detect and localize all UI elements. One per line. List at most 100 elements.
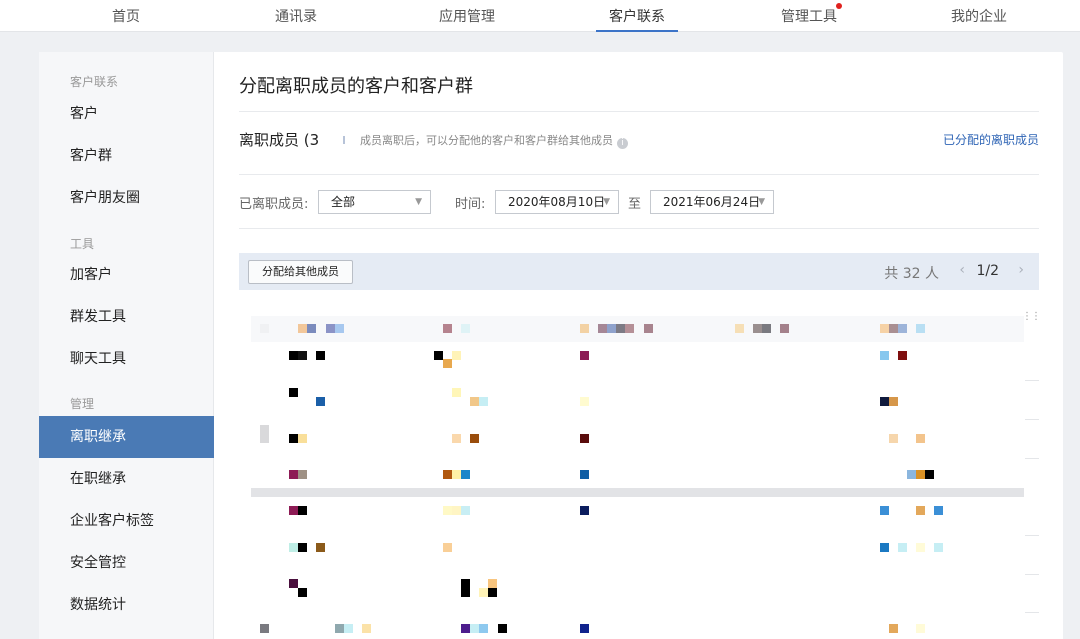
caret-down-icon: ▼ xyxy=(603,197,610,207)
pixel-block xyxy=(335,324,344,333)
info-circle-icon[interactable]: i xyxy=(617,138,628,149)
caret-down-icon: ▼ xyxy=(415,197,422,207)
sidebar-item-resigned-inheritance[interactable]: 离职继承 xyxy=(39,416,214,458)
pixel-block xyxy=(443,543,452,552)
top-nav: 首页 通讯录 应用管理 客户联系 管理工具 我的企业 xyxy=(0,0,1080,32)
pixel-block xyxy=(479,397,488,406)
sidebar-item-customer-tags[interactable]: 企业客户标签 xyxy=(39,500,214,542)
caret-down-icon: ▼ xyxy=(758,197,765,207)
pixel-block xyxy=(362,624,371,633)
row-divider xyxy=(1025,380,1039,381)
pixel-block xyxy=(289,470,298,479)
pixel-block xyxy=(470,624,479,633)
tab-app-management[interactable]: 应用管理 xyxy=(439,6,495,32)
pixel-block xyxy=(326,324,335,333)
pixel-block xyxy=(479,624,488,633)
pixel-block xyxy=(916,543,925,552)
obscured-member-table: ⋮⋮ xyxy=(251,304,1041,639)
member-filter-label: 已离职成员: xyxy=(239,197,309,212)
pixel-block xyxy=(289,351,298,360)
divider xyxy=(239,228,1039,229)
pixel-block xyxy=(470,397,479,406)
pixel-block xyxy=(434,351,443,360)
row-divider xyxy=(1025,419,1039,420)
pixel-block xyxy=(625,324,634,333)
pixel-block xyxy=(461,624,470,633)
pixel-block xyxy=(916,470,925,479)
row-separator xyxy=(251,488,1024,497)
sidebar-item-add-customer[interactable]: 加客户 xyxy=(39,254,214,296)
pixel-block xyxy=(880,324,889,333)
row-divider xyxy=(1025,574,1039,575)
sidebar-item-mass-send[interactable]: 群发工具 xyxy=(39,296,214,338)
pixel-block xyxy=(289,506,298,515)
sidebar-item-statistics[interactable]: 数据统计 xyxy=(39,584,214,626)
pixel-block xyxy=(260,425,269,443)
pixel-block xyxy=(616,324,625,333)
main-card: 客户联系 客户 客户群 客户朋友圈 工具 加客户 群发工具 聊天工具 管理 离职… xyxy=(39,52,1063,639)
tab-my-enterprise[interactable]: 我的企业 xyxy=(951,6,1007,32)
pixel-block xyxy=(452,506,461,515)
sidebar-item-chat-tools[interactable]: 聊天工具 xyxy=(39,338,214,380)
pixel-block xyxy=(753,324,762,333)
pixel-block xyxy=(898,324,907,333)
resigned-members-label: 离职成员 (3 xyxy=(239,131,320,149)
chevron-left-icon[interactable]: ‹ xyxy=(959,262,965,278)
assign-to-others-button[interactable]: 分配给其他成员 xyxy=(248,260,353,284)
pixel-block xyxy=(762,324,771,333)
pixel-block xyxy=(880,543,889,552)
pixel-block xyxy=(443,470,452,479)
date-from-select[interactable]: 2020年08月10日 ▼ xyxy=(495,190,619,214)
date-to-select[interactable]: 2021年06月24日 ▼ xyxy=(650,190,774,214)
pixel-block xyxy=(470,434,479,443)
pixel-block xyxy=(780,324,789,333)
pixel-block xyxy=(880,506,889,515)
sidebar-item-active-inheritance[interactable]: 在职继承 xyxy=(39,458,214,500)
chevron-right-icon[interactable]: › xyxy=(1018,262,1024,278)
drag-handle-icon[interactable]: ⋮⋮ xyxy=(1022,311,1041,322)
pixel-block xyxy=(298,543,307,552)
pixel-block xyxy=(916,434,925,443)
table-header-row xyxy=(251,316,1024,342)
pixel-block xyxy=(443,506,452,515)
member-select-value: 全部 xyxy=(331,195,356,209)
tab-management-tools[interactable]: 管理工具 xyxy=(781,6,837,32)
pixel-block xyxy=(289,388,298,397)
pixel-block xyxy=(316,397,325,406)
content-panel: 分配离职成员的客户和客户群 离职成员 (3 成员离职后，可以分配他的客户和客户群… xyxy=(239,52,1041,639)
pixel-block xyxy=(316,543,325,552)
hint-text: 成员离职后，可以分配他的客户和客户群给其他成员 i xyxy=(360,132,628,149)
pixel-block xyxy=(925,470,934,479)
assigned-members-link[interactable]: 已分配的离职成员 xyxy=(943,131,1039,148)
pixel-block xyxy=(452,434,461,443)
sidebar-item-customers[interactable]: 客户 xyxy=(39,93,214,135)
pixel-block xyxy=(461,324,470,333)
member-select[interactable]: 全部 ▼ xyxy=(318,190,431,214)
date-from-value: 2020年08月10日 xyxy=(508,195,606,209)
sidebar-item-moments[interactable]: 客户朋友圈 xyxy=(39,177,214,219)
pixel-block xyxy=(260,624,269,633)
sidebar-item-customer-groups[interactable]: 客户群 xyxy=(39,135,214,177)
total-count: 共 32 人 xyxy=(884,266,939,282)
sidebar: 客户联系 客户 客户群 客户朋友圈 工具 加客户 群发工具 聊天工具 管理 离职… xyxy=(39,52,214,639)
pixel-block xyxy=(934,506,943,515)
pixel-block xyxy=(607,324,616,333)
tab-customer-contact[interactable]: 客户联系 xyxy=(596,6,678,32)
tab-home[interactable]: 首页 xyxy=(112,6,140,32)
page-indicator: 1/2 xyxy=(976,263,999,279)
tab-contacts[interactable]: 通讯录 xyxy=(275,6,317,32)
pixel-block xyxy=(298,506,307,515)
pixel-block xyxy=(443,324,452,333)
pixel-block xyxy=(479,588,488,597)
row-divider xyxy=(1025,612,1039,613)
date-range-to-label: 至 xyxy=(628,197,642,212)
notification-dot xyxy=(836,3,842,9)
pixel-block xyxy=(488,588,497,597)
sidebar-item-security[interactable]: 安全管控 xyxy=(39,542,214,584)
pixel-block xyxy=(307,324,316,333)
pixel-block xyxy=(598,324,607,333)
pixel-block xyxy=(907,470,916,479)
pixel-block xyxy=(298,588,307,597)
pixel-block xyxy=(889,324,898,333)
pixel-block xyxy=(344,624,353,633)
